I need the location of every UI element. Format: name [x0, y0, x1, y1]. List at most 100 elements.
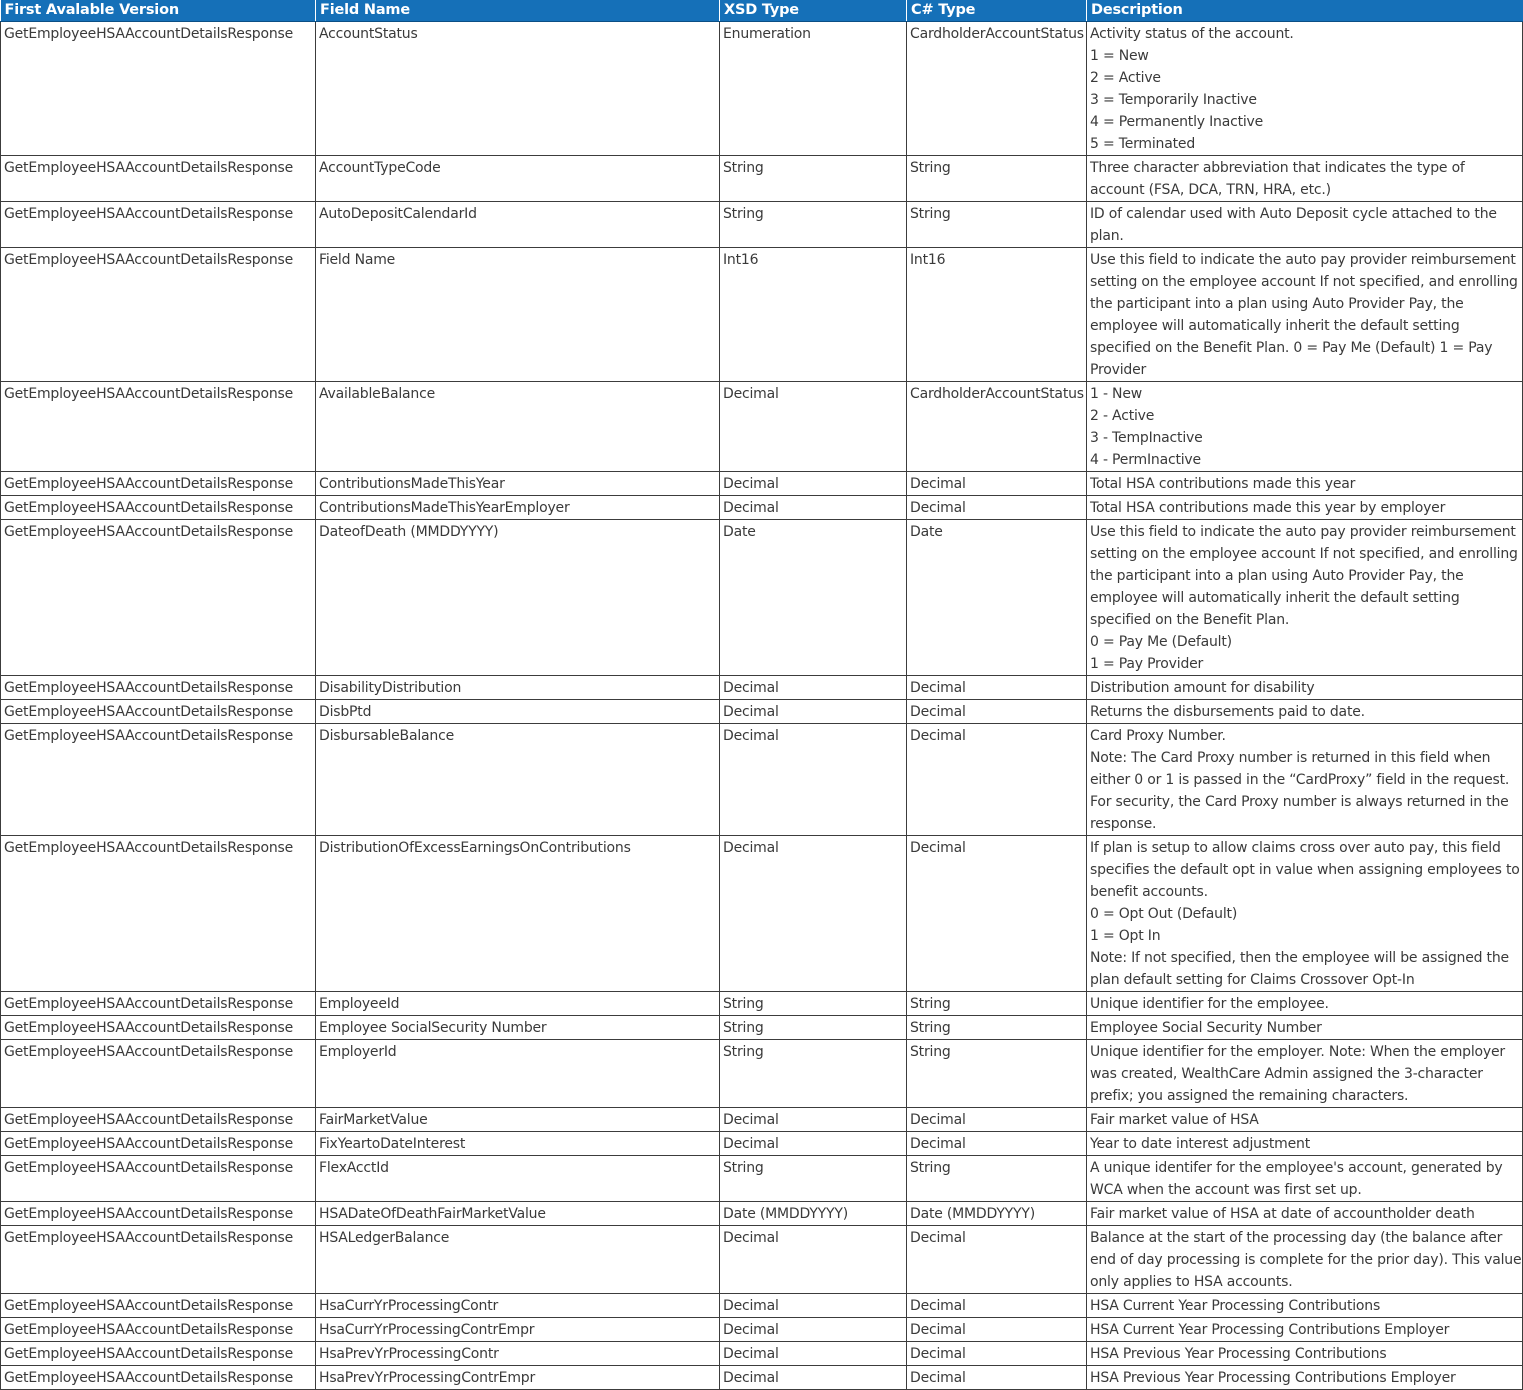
description-line: Returns the disbursements paid to date.: [1090, 704, 1365, 720]
cell-first-available-version: GetEmployeeHSAAccountDetailsResponse: [0, 471, 316, 496]
cell-field-name: DisabilityDistribution: [315, 675, 720, 700]
cell-description: ID of calendar used with Auto Deposit cy…: [1086, 201, 1523, 248]
cell-csharp-type: Decimal: [906, 1317, 1087, 1342]
cell-xsd-type: Date: [719, 519, 907, 676]
cell-first-available-version: GetEmployeeHSAAccountDetailsResponse: [0, 155, 316, 202]
cell-first-available-version: GetEmployeeHSAAccountDetailsResponse: [0, 1317, 316, 1342]
table-row: GetEmployeeHSAAccountDetailsResponse Date…: [0, 519, 1523, 676]
cell-field-name: HSALedgerBalance: [315, 1225, 720, 1294]
cell-xsd-type: Decimal: [719, 1365, 907, 1390]
header-field-name: Field Name: [315, 0, 720, 22]
table-row: GetEmployeeHSAAccountDetailsResponse FixY…: [0, 1131, 1523, 1156]
cell-description: Three character abbreviation that indica…: [1086, 155, 1523, 202]
header-row: First Avalable Version Field Name XSD Ty…: [0, 0, 1523, 22]
cell-field-name: DateofDeath (MMDDYYYY): [315, 519, 720, 676]
cell-csharp-type: Decimal: [906, 1131, 1087, 1156]
cell-field-name: DisbursableBalance: [315, 723, 720, 836]
cell-field-name: AutoDepositCalendarId: [315, 201, 720, 248]
cell-xsd-type: Decimal: [719, 835, 907, 992]
cell-csharp-type: String: [906, 155, 1087, 202]
cell-csharp-type: Decimal: [906, 1365, 1087, 1390]
cell-field-name: EmployerId: [315, 1039, 720, 1108]
cell-csharp-type: Decimal: [906, 1225, 1087, 1294]
cell-field-name: HsaCurrYrProcessingContr: [315, 1293, 720, 1318]
cell-csharp-type: CardholderAccountStatus: [906, 381, 1087, 472]
table-row: GetEmployeeHSAAccountDetailsResponse Flex…: [0, 1155, 1523, 1202]
cell-csharp-type: CardholderAccountStatus: [906, 21, 1087, 156]
cell-first-available-version: GetEmployeeHSAAccountDetailsResponse: [0, 519, 316, 676]
table-row: GetEmployeeHSAAccountDetailsResponse HSAL…: [0, 1225, 1523, 1294]
description-line: 5 = Terminated: [1090, 136, 1196, 152]
description-line: 1 = Opt In: [1090, 928, 1161, 944]
cell-first-available-version: GetEmployeeHSAAccountDetailsResponse: [0, 1341, 316, 1366]
cell-first-available-version: GetEmployeeHSAAccountDetailsResponse: [0, 1015, 316, 1040]
table-row: GetEmployeeHSAAccountDetailsResponse Fair…: [0, 1107, 1523, 1132]
cell-xsd-type: Enumeration: [719, 21, 907, 156]
cell-xsd-type: Decimal: [719, 1317, 907, 1342]
table-row: GetEmployeeHSAAccountDetailsResponse Cont…: [0, 471, 1523, 496]
description-line: 2 - Active: [1090, 408, 1155, 424]
description-line: Card Proxy Number.: [1090, 728, 1226, 744]
cell-description: If plan is setup to allow claims cross o…: [1086, 835, 1523, 992]
cell-description: HSA Previous Year Processing Contributio…: [1086, 1341, 1523, 1366]
cell-field-name: AccountStatus: [315, 21, 720, 156]
description-line: Use this field to indicate the auto pay …: [1090, 252, 1518, 378]
table-row: GetEmployeeHSAAccountDetailsResponse Dist…: [0, 835, 1523, 992]
cell-xsd-type: String: [719, 991, 907, 1016]
cell-csharp-type: Decimal: [906, 699, 1087, 724]
cell-field-name: FixYeartoDateInterest: [315, 1131, 720, 1156]
cell-description: Unique identifier for the employer. Note…: [1086, 1039, 1523, 1108]
cell-xsd-type: Decimal: [719, 495, 907, 520]
cell-xsd-type: Decimal: [719, 1293, 907, 1318]
header-first-available-version: First Avalable Version: [0, 0, 316, 22]
cell-csharp-type: String: [906, 1015, 1087, 1040]
cell-description: Activity status of the account. 1 = New 2 …: [1086, 21, 1523, 156]
cell-first-available-version: GetEmployeeHSAAccountDetailsResponse: [0, 675, 316, 700]
table-row: GetEmployeeHSAAccountDetailsResponse Empl…: [0, 1039, 1523, 1108]
cell-first-available-version: GetEmployeeHSAAccountDetailsResponse: [0, 1155, 316, 1202]
cell-field-name: ContributionsMadeThisYearEmployer: [315, 495, 720, 520]
table-row: GetEmployeeHSAAccountDetailsResponse Disa…: [0, 675, 1523, 700]
cell-xsd-type: Decimal: [719, 1107, 907, 1132]
table-body: GetEmployeeHSAAccountDetailsResponse Acco…: [0, 21, 1523, 1390]
cell-xsd-type: String: [719, 1155, 907, 1202]
description-line: Note: The Card Proxy number is returned …: [1090, 750, 1510, 832]
cell-csharp-type: Int16: [906, 247, 1087, 382]
table-row: GetEmployeeHSAAccountDetailsResponse HsaP…: [0, 1365, 1523, 1390]
cell-xsd-type: Date (MMDDYYYY): [719, 1201, 907, 1226]
cell-xsd-type: Decimal: [719, 471, 907, 496]
cell-first-available-version: GetEmployeeHSAAccountDetailsResponse: [0, 247, 316, 382]
cell-xsd-type: Decimal: [719, 723, 907, 836]
cell-field-name: Field Name: [315, 247, 720, 382]
cell-xsd-type: Decimal: [719, 675, 907, 700]
cell-field-name: ContributionsMadeThisYear: [315, 471, 720, 496]
cell-csharp-type: Decimal: [906, 1293, 1087, 1318]
cell-description: 1 - New 2 - Active 3 - TempInactive 4 - Per…: [1086, 381, 1523, 472]
table-row: GetEmployeeHSAAccountDetailsResponse HsaC…: [0, 1293, 1523, 1318]
cell-description: Employee Social Security Number: [1086, 1015, 1523, 1040]
table-row: GetEmployeeHSAAccountDetailsResponse Auto…: [0, 201, 1523, 248]
description-line: 2 = Active: [1090, 70, 1161, 86]
cell-csharp-type: String: [906, 1039, 1087, 1108]
description-line: Distribution amount for disability: [1090, 680, 1315, 696]
cell-csharp-type: Date: [906, 519, 1087, 676]
description-line: 0 = Opt Out (Default): [1090, 906, 1238, 922]
description-line: Note: If not specified, then the employe…: [1090, 950, 1509, 988]
description-line: Unique identifier for the employer. Note…: [1090, 1044, 1505, 1104]
cell-description: Unique identifier for the employee.: [1086, 991, 1523, 1016]
description-line: 1 = Pay Provider: [1090, 656, 1204, 672]
cell-xsd-type: String: [719, 201, 907, 248]
cell-description: Total HSA contributions made this year: [1086, 471, 1523, 496]
description-line: Fair market value of HSA at date of acco…: [1090, 1206, 1475, 1222]
cell-first-available-version: GetEmployeeHSAAccountDetailsResponse: [0, 1365, 316, 1390]
cell-description: A unique identifer for the employee's ac…: [1086, 1155, 1523, 1202]
table-row: GetEmployeeHSAAccountDetailsResponse Avai…: [0, 381, 1523, 472]
cell-field-name: HsaCurrYrProcessingContrEmpr: [315, 1317, 720, 1342]
cell-first-available-version: GetEmployeeHSAAccountDetailsResponse: [0, 835, 316, 992]
cell-description: Returns the disbursements paid to date.: [1086, 699, 1523, 724]
description-line: 0 = Pay Me (Default): [1090, 634, 1232, 650]
cell-csharp-type: Decimal: [906, 471, 1087, 496]
description-line: Use this field to indicate the auto pay …: [1090, 524, 1518, 628]
cell-first-available-version: GetEmployeeHSAAccountDetailsResponse: [0, 1225, 316, 1294]
cell-csharp-type: Decimal: [906, 723, 1087, 836]
